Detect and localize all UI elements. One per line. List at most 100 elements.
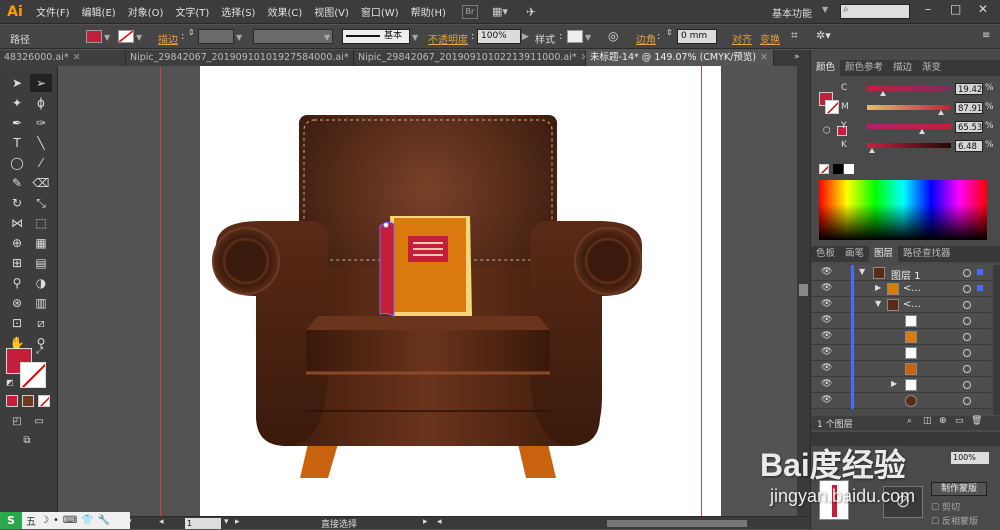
magenta-thumb[interactable]: [937, 110, 944, 115]
transparency-opacity-field[interactable]: 100%: [951, 452, 989, 464]
menu-help[interactable]: 帮助(H): [405, 4, 452, 19]
mesh-tool-icon[interactable]: ⊞: [6, 254, 28, 272]
eye-icon[interactable]: 👁: [821, 363, 832, 373]
isolate-icon[interactable]: ⌗: [791, 28, 798, 43]
next-artboard-icon[interactable]: ▸: [235, 517, 240, 527]
change-screen-mode-icon[interactable]: ⧉: [16, 432, 38, 450]
chevron-down-icon[interactable]: ▼: [822, 5, 828, 14]
close-icon[interactable]: ✕: [73, 52, 81, 63]
menu-object[interactable]: 对象(O): [122, 4, 170, 19]
artboard[interactable]: [200, 66, 721, 516]
layers-scrollbar[interactable]: [993, 265, 1000, 415]
panel-stroke-swatch[interactable]: [825, 100, 839, 114]
black-value[interactable]: 6.48: [955, 140, 983, 152]
eye-icon[interactable]: 👁: [821, 267, 832, 277]
tab-gradient[interactable]: 渐变: [917, 60, 946, 76]
search-input[interactable]: [840, 4, 910, 19]
tab-document-active[interactable]: 未标题-14* @ 149.07% (CMYK/预览) ✕: [586, 50, 774, 66]
chevron-down-icon[interactable]: ▼: [412, 33, 418, 42]
free-transform-tool-icon[interactable]: ⬚: [30, 214, 52, 232]
stroke-weight-stepper[interactable]: ⇕: [188, 28, 195, 37]
black-thumb[interactable]: [869, 148, 876, 153]
tab-document-3[interactable]: Nipic_29842067_20190910102213911000.ai*✕: [354, 50, 586, 66]
chevron-right-icon[interactable]: ▶: [522, 32, 529, 42]
eye-icon[interactable]: 👁: [821, 299, 832, 309]
align-link[interactable]: 对齐: [732, 31, 752, 46]
stroke-weight-field[interactable]: [198, 29, 234, 44]
target-icon[interactable]: [963, 317, 971, 325]
eraser-tool-icon[interactable]: ⌫: [30, 174, 52, 192]
black-swatch[interactable]: [833, 164, 843, 174]
eye-icon[interactable]: 👁: [821, 283, 832, 293]
tab-stroke[interactable]: 描边: [888, 60, 917, 76]
target-icon[interactable]: [963, 333, 971, 341]
tab-pathfinder[interactable]: 路径查找器: [898, 246, 956, 262]
target-icon[interactable]: [963, 269, 971, 277]
shape-builder-tool-icon[interactable]: ⊕: [6, 234, 28, 252]
corner-radius-field[interactable]: 0 mm: [677, 29, 717, 44]
menu-edit[interactable]: 编辑(E): [76, 4, 122, 19]
out-of-gamut-icon[interactable]: ⬡: [823, 126, 831, 136]
stroke-swatch[interactable]: [118, 30, 134, 43]
eye-icon[interactable]: 👁: [821, 331, 832, 341]
slider-cyan[interactable]: C 19.42 %: [841, 83, 995, 97]
magenta-value[interactable]: 87.91: [955, 102, 983, 114]
artboard-number-field[interactable]: 1: [185, 518, 221, 529]
white-swatch[interactable]: [844, 164, 854, 174]
tab-swatches[interactable]: 色板: [811, 246, 840, 262]
artboard-tool-icon[interactable]: ⊡: [6, 314, 28, 332]
layer-row[interactable]: 👁: [811, 345, 991, 361]
tab-layers[interactable]: 图层: [869, 246, 899, 262]
target-icon[interactable]: [963, 349, 971, 357]
prev-artboard-icon[interactable]: ◂: [159, 517, 164, 527]
menu-window[interactable]: 窗口(W): [355, 4, 405, 19]
stroke-color-box[interactable]: [20, 362, 46, 388]
layer-row[interactable]: 👁: [811, 393, 991, 409]
menu-file[interactable]: 文件(F): [30, 4, 76, 19]
curvature-tool-icon[interactable]: ✑: [30, 114, 52, 132]
chevron-down-icon[interactable]: ▾: [224, 517, 229, 527]
menu-select[interactable]: 选择(S): [215, 4, 261, 19]
chevron-down-icon[interactable]: ▼: [136, 33, 142, 42]
gradient-tool-icon[interactable]: ▤: [30, 254, 52, 272]
screen-mode-icon[interactable]: ▭: [28, 413, 50, 431]
target-icon[interactable]: [963, 365, 971, 373]
menu-view[interactable]: 视图(V): [308, 4, 355, 19]
brush-definition[interactable]: 基本: [342, 29, 410, 44]
scale-tool-icon[interactable]: ⤡: [30, 194, 52, 212]
bridge-button[interactable]: Br: [461, 4, 478, 19]
make-mask-button[interactable]: 制作蒙版: [931, 482, 987, 496]
armchair-artwork[interactable]: [200, 66, 721, 516]
slider-yellow[interactable]: Y 65.53 %: [841, 121, 995, 135]
keyboard-icon[interactable]: ⌨: [63, 515, 77, 526]
recolor-artwork-icon[interactable]: ◎: [608, 29, 618, 43]
trash-icon[interactable]: 🗑: [971, 416, 982, 426]
layer-row[interactable]: 👁: [811, 313, 991, 329]
sublayer-name[interactable]: <...: [903, 283, 921, 294]
layer-row[interactable]: 👁: [811, 329, 991, 345]
chevron-right-icon[interactable]: ▶: [891, 379, 897, 388]
swap-colors-icon[interactable]: ⤢: [36, 346, 43, 356]
slider-magenta[interactable]: M 87.91 %: [841, 102, 995, 116]
default-colors-icon[interactable]: ◩: [6, 378, 14, 387]
symbol-sprayer-tool-icon[interactable]: ⊛: [6, 294, 28, 312]
selected-indicator[interactable]: [977, 285, 983, 291]
tab-color-guide[interactable]: 颜色参考: [840, 60, 888, 76]
stroke-label[interactable]: 描边: [158, 31, 178, 46]
corner-stepper[interactable]: ⇕: [666, 28, 673, 37]
pen-tool-icon[interactable]: ✒: [6, 114, 28, 132]
black-track[interactable]: [867, 143, 951, 148]
menu-type[interactable]: 文字(T): [169, 4, 215, 19]
canvas[interactable]: [59, 66, 796, 516]
eye-icon[interactable]: 👁: [821, 395, 832, 405]
transform-link[interactable]: 变换: [760, 31, 780, 46]
minimize-icon[interactable]: –: [925, 2, 931, 16]
arrange-documents-icon[interactable]: ▦▾: [492, 5, 516, 19]
tab-document-2[interactable]: Nipic_29842067_20190910101927584000.ai*✕: [126, 50, 354, 66]
graph-tool-icon[interactable]: ▥: [30, 294, 52, 312]
ime-mode[interactable]: 五: [26, 513, 36, 528]
scrollbar-thumb[interactable]: [799, 284, 808, 296]
chevron-down-icon[interactable]: ▼: [585, 33, 591, 42]
chevron-down-icon[interactable]: ▼: [236, 33, 242, 42]
horizontal-scrollbar-thumb[interactable]: [607, 520, 747, 527]
